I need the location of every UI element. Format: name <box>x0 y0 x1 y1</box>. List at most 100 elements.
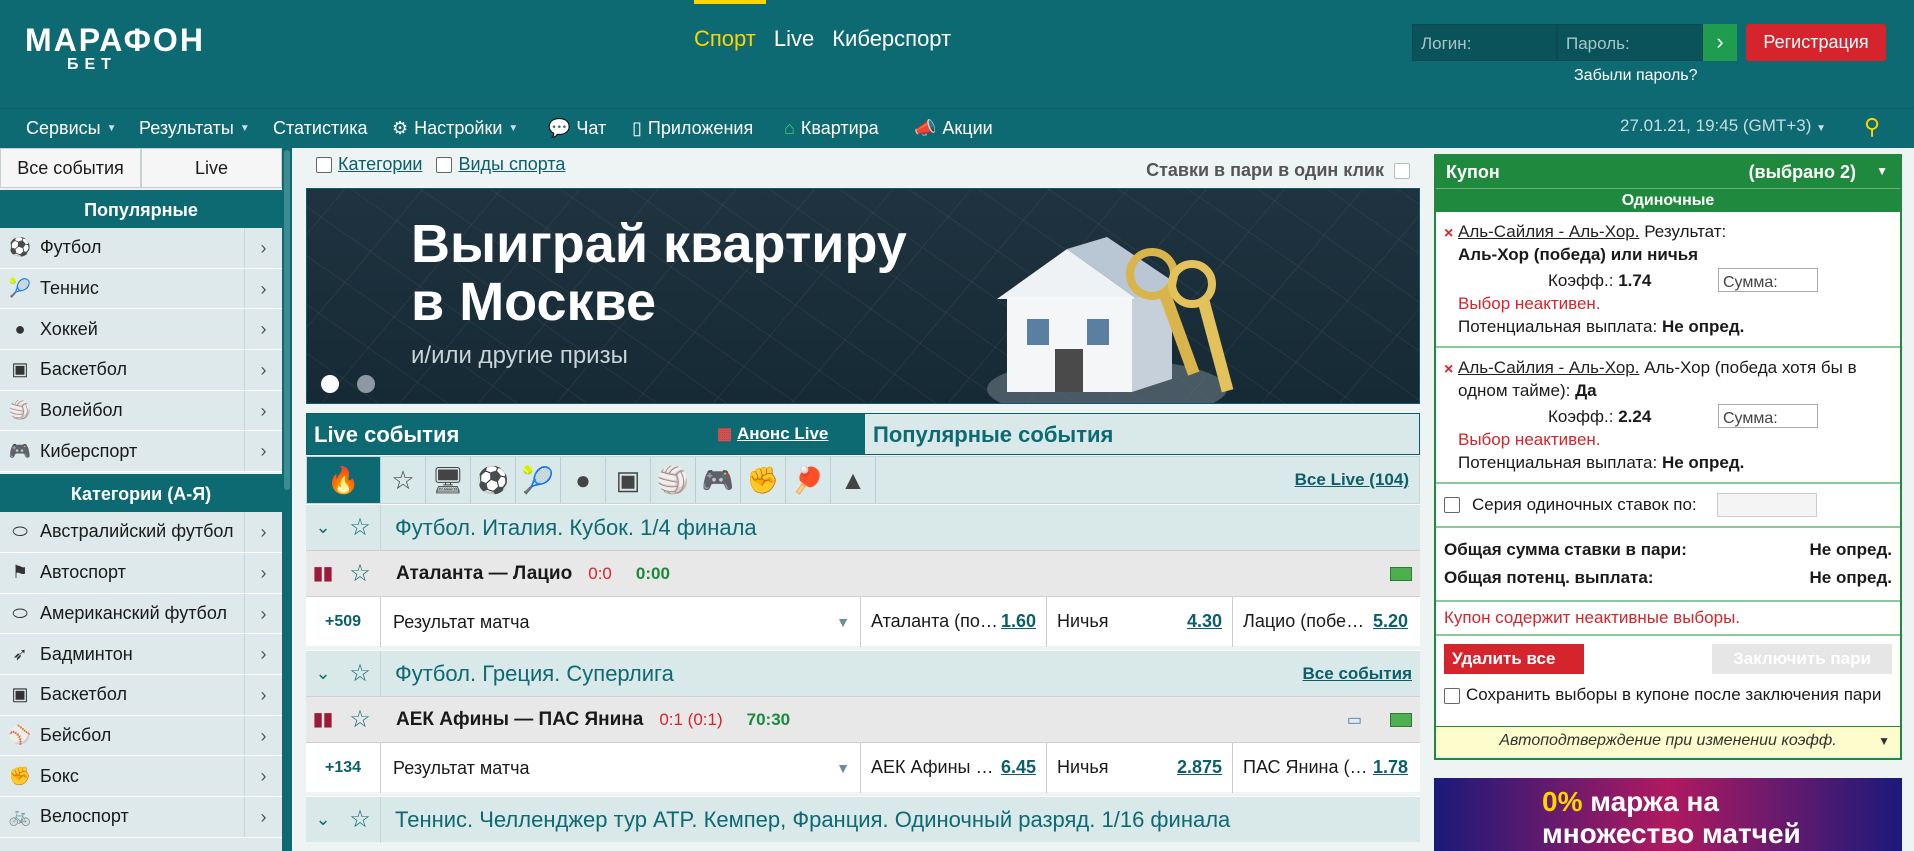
sidebar-scrollbar[interactable] <box>282 148 292 851</box>
sidebar-item[interactable]: 🎾 Теннис › <box>0 268 282 310</box>
star-icon[interactable]: ☆ <box>340 705 380 734</box>
star-icon[interactable]: ☆ <box>340 659 380 688</box>
chevron-down-icon[interactable]: ⌄ <box>306 809 340 830</box>
tab-live[interactable]: Live <box>141 148 282 188</box>
banner-dot-1[interactable] <box>321 375 339 393</box>
odd-cell[interactable]: Ничья 2.875 <box>1046 742 1232 793</box>
place-bet-button[interactable]: Заключить пари <box>1712 644 1892 674</box>
chevron-right-icon[interactable]: › <box>244 593 282 634</box>
sidebar-item[interactable]: ⬭ Американский футбол › <box>0 593 282 635</box>
stats-icon[interactable]: ▮▮ <box>306 563 340 584</box>
remove-bet-icon[interactable]: × <box>1444 222 1453 245</box>
market-select[interactable]: Результат матча ▼ <box>380 742 860 793</box>
match-row[interactable]: ▮▮ ☆ Аталанта — Лацио 0:0 0:00 <box>306 550 1420 596</box>
fire-icon[interactable]: 🔥 <box>307 457 381 503</box>
odd-value[interactable]: 6.45 <box>1001 757 1036 778</box>
odd-cell[interactable]: Ничья 4.30 <box>1046 596 1232 647</box>
sidebar-item[interactable]: ● Хоккей › <box>0 309 282 351</box>
sidebar-item[interactable]: ⚽ Футбол › <box>0 228 282 269</box>
odd-value[interactable]: 5.20 <box>1373 611 1408 632</box>
register-button[interactable]: Регистрация <box>1746 24 1886 61</box>
topnav-cybersport[interactable]: Киберспорт <box>832 26 951 52</box>
chevron-right-icon[interactable]: › <box>244 756 282 796</box>
search-icon[interactable]: ⚲ <box>1864 114 1880 140</box>
datetime-selector[interactable]: 27.01.21, 19:45 (GMT+3) ▼ <box>1620 116 1826 136</box>
sport-filter-icon[interactable]: ✊ <box>741 457 786 503</box>
sport-filter-icon[interactable]: 🏓 <box>786 457 831 503</box>
match-teams[interactable]: АЕК Афины — ПАС Янина <box>380 709 643 731</box>
scrollbar-thumb[interactable] <box>284 150 290 490</box>
sport-filter-icon[interactable]: 🖥 <box>426 457 471 503</box>
banner-dot-2[interactable] <box>357 375 375 393</box>
field-icon[interactable] <box>1390 566 1412 581</box>
keep-selections[interactable]: Сохранить выборы в купоне после заключен… <box>1444 684 1894 706</box>
chevron-right-icon[interactable]: › <box>244 512 282 552</box>
sidebar-item[interactable]: ⚾ Бейсбол › <box>0 715 282 757</box>
star-icon[interactable]: ☆ <box>340 559 380 588</box>
login-submit-button[interactable]: › <box>1703 24 1737 61</box>
sidebar-item[interactable]: 🚲 Велоспорт › <box>0 796 282 838</box>
chevron-right-icon[interactable]: › <box>244 674 282 715</box>
odd-value[interactable]: 4.30 <box>1187 611 1222 632</box>
tv-icon[interactable]: ▭ <box>1347 710 1362 730</box>
odd-cell[interactable]: АЕК Афины … 6.45 <box>860 742 1046 793</box>
forgot-password-link[interactable]: Забыли пароль? <box>1574 67 1698 85</box>
market-select[interactable]: Результат матча ▼ <box>380 596 860 647</box>
bet-event[interactable]: Аль-Сайлия - Аль-Хор. <box>1458 222 1639 241</box>
sidebar-item[interactable]: 🏐 Волейбол › <box>0 390 282 432</box>
remove-bet-icon[interactable]: × <box>1444 358 1453 381</box>
sidebar-item[interactable]: ✊ Бокс › <box>0 756 282 797</box>
menu-settings[interactable]: ⚙ Настройки ▼ <box>392 118 518 139</box>
odd-cell[interactable]: Лацио (побе… 5.20 <box>1232 596 1418 647</box>
chevron-right-icon[interactable]: › <box>244 715 282 756</box>
sport-filter-icon[interactable]: 🎾 <box>516 457 561 503</box>
field-icon[interactable] <box>1390 712 1412 727</box>
all-events-link[interactable]: Все события <box>1303 664 1412 684</box>
star-icon[interactable]: ☆ <box>340 805 380 834</box>
stake-input[interactable]: Сумма: <box>1718 268 1818 292</box>
series-select[interactable] <box>1716 493 1817 517</box>
all-live-link[interactable]: Все Live (104) <box>1295 470 1409 490</box>
odd-cell[interactable]: Аталанта (по… 1.60 <box>860 596 1046 647</box>
menu-chat[interactable]: 💬 Чат <box>548 118 606 139</box>
sport-filter-icon[interactable]: 🎮 <box>696 457 741 503</box>
sidebar-item[interactable]: ➶ Бадминтон › <box>0 634 282 675</box>
chevron-right-icon[interactable]: › <box>244 796 282 837</box>
menu-statistics[interactable]: Статистика <box>273 118 368 139</box>
odd-value[interactable]: 2.875 <box>1177 757 1222 778</box>
checkbox[interactable] <box>436 157 453 174</box>
chevron-right-icon[interactable]: › <box>244 431 282 472</box>
menu-services[interactable]: Сервисы ▼ <box>26 118 116 139</box>
match-teams[interactable]: Аталанта — Лацио <box>380 563 572 585</box>
chevron-down-icon[interactable]: ⌄ <box>306 663 340 684</box>
bet-event[interactable]: Аль-Сайлия - Аль-Хор. <box>1458 358 1639 377</box>
sidebar-item[interactable]: ⚑ Автоспорт › <box>0 552 282 594</box>
chevron-right-icon[interactable]: › <box>244 552 282 593</box>
one-click-bet[interactable]: Ставки в пари в один клик <box>1146 160 1416 181</box>
filter-categories-label[interactable]: Категории <box>338 154 422 174</box>
chevron-right-icon[interactable]: › <box>244 634 282 674</box>
password-input[interactable]: Пароль: <box>1557 24 1703 61</box>
sidebar-item[interactable]: ▣ Баскетбол › <box>0 674 282 716</box>
logo[interactable]: МАРАФОН БЕТ <box>25 24 205 74</box>
sidebar-item[interactable]: ▣ Баскетбол › <box>0 350 282 391</box>
league-header[interactable]: ⌄ ☆ Теннис. Челленджер тур ATP. Кемпер, … <box>306 796 1420 843</box>
league-header[interactable]: ⌄ ☆ Футбол. Италия. Кубок. 1/4 финала <box>306 504 1420 551</box>
odd-cell[interactable]: ПАС Янина (… 1.78 <box>1232 742 1418 793</box>
star-icon[interactable]: ☆ <box>340 513 380 542</box>
chevron-right-icon[interactable]: › <box>244 350 282 390</box>
filter-sports-label[interactable]: Виды спорта <box>458 154 565 174</box>
sidebar-item[interactable]: 🎮 Киберспорт › <box>0 431 282 473</box>
filter-categories[interactable]: Категории <box>316 154 422 175</box>
odd-value[interactable]: 1.78 <box>1373 757 1408 778</box>
one-click-checkbox[interactable] <box>1394 162 1410 179</box>
chevron-right-icon[interactable]: › <box>244 309 282 350</box>
coupon-header[interactable]: Купон (выбрано 2) ▼ <box>1436 156 1900 188</box>
chevron-right-icon[interactable]: › <box>244 268 282 309</box>
sport-filter-icon[interactable]: ▣ <box>606 457 651 503</box>
menu-promotions[interactable]: 📣 Акции <box>914 118 993 139</box>
sport-filter-icon[interactable]: ● <box>561 457 606 503</box>
odd-value[interactable]: 1.60 <box>1001 611 1036 632</box>
menu-apps[interactable]: ▯ Приложения <box>632 118 753 139</box>
menu-results[interactable]: Результаты ▼ <box>139 118 250 139</box>
